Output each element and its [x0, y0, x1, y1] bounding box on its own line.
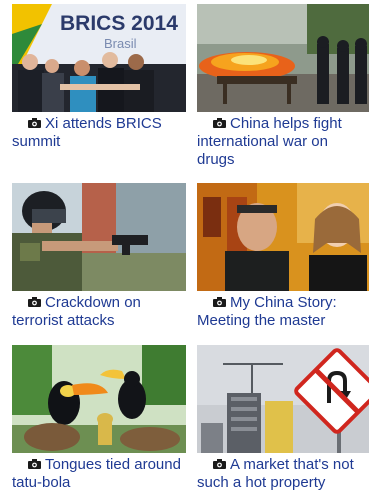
story-card-property: A market that's not such a hot property: [197, 345, 369, 492]
story-thumbnail-china-story[interactable]: [197, 183, 369, 291]
story-thumbnail-brics[interactable]: BRICS 2014 Brasil: [12, 4, 186, 112]
story-thumbnail-tatu-bola[interactable]: [12, 345, 186, 453]
toucan-armadillo-photo: [12, 345, 186, 453]
police-aiming-photo: [12, 183, 186, 291]
story-link-tatu-bola[interactable]: Tongues tied around tatu-bola: [12, 456, 182, 492]
story-link-brics[interactable]: Xi attends BRICS summit: [12, 115, 182, 151]
story-card-brics: BRICS 2014 Brasil Xi attends BRICS summi…: [12, 4, 188, 151]
brasil-banner-text: Brasil: [104, 36, 137, 51]
camera-icon: [213, 118, 226, 128]
brics-banner-text: BRICS 2014: [60, 12, 178, 35]
master-portrait-photo: [197, 183, 369, 291]
drug-burning-photo: [197, 4, 369, 112]
story-thumbnail-crackdown[interactable]: [12, 183, 186, 291]
story-thumbnail-drugs[interactable]: [197, 4, 369, 112]
story-link-china-story[interactable]: My China Story: Meeting the master: [197, 294, 367, 330]
story-card-china-story: My China Story: Meeting the master: [197, 183, 369, 330]
story-link-property[interactable]: A market that's not such a hot property: [197, 456, 367, 492]
story-card-tatu-bola: Tongues tied around tatu-bola: [12, 345, 188, 492]
camera-icon: [213, 459, 226, 469]
photo-story-grid: BRICS 2014 Brasil Xi attends BRICS summi…: [0, 0, 369, 492]
story-card-crackdown: Crackdown on terrorist attacks: [12, 183, 188, 330]
camera-icon: [28, 297, 41, 307]
story-thumbnail-property[interactable]: [197, 345, 369, 453]
property-construction-photo: [197, 345, 369, 453]
story-link-crackdown[interactable]: Crackdown on terrorist attacks: [12, 294, 182, 330]
camera-icon: [28, 459, 41, 469]
camera-icon: [28, 118, 41, 128]
story-card-drugs: China helps fight international war on d…: [197, 4, 369, 169]
brics-photo: BRICS 2014 Brasil: [12, 4, 186, 112]
story-link-drugs[interactable]: China helps fight international war on d…: [197, 115, 367, 169]
camera-icon: [213, 297, 226, 307]
